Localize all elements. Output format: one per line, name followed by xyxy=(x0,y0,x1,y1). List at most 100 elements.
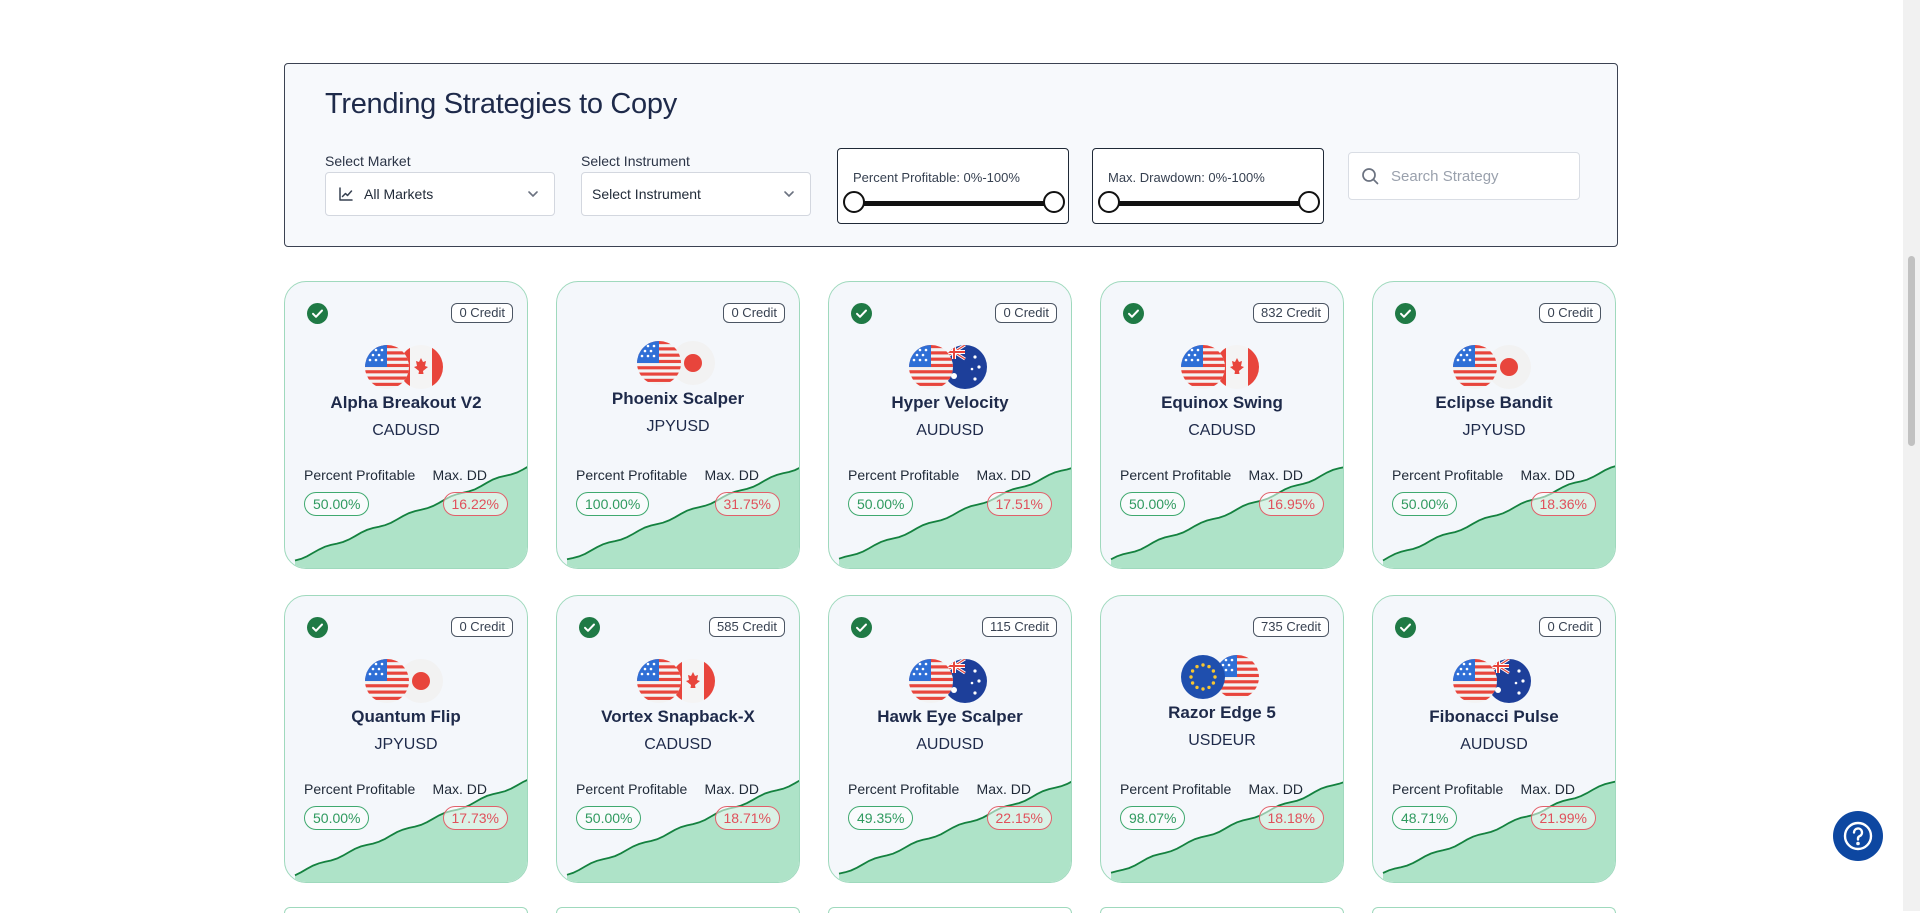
percent-profitable-fill xyxy=(854,201,1052,206)
percent-profitable-value: 50.00% xyxy=(1120,492,1186,516)
check-circle-icon xyxy=(1395,617,1416,638)
currency-flags xyxy=(285,345,527,389)
credit-badge: 0 Credit xyxy=(723,303,785,323)
percent-profitable-value: 50.00% xyxy=(304,492,370,516)
percent-profitable-label: Percent Profitable xyxy=(848,781,960,797)
strategy-name: Hyper Velocity xyxy=(891,393,1009,412)
max-dd-value: 18.36% xyxy=(1530,492,1596,516)
max-dd-label: Max. DD xyxy=(1520,467,1575,483)
market-select-value: All Markets xyxy=(364,186,434,202)
check-circle-icon xyxy=(1123,303,1144,324)
max-drawdown-min-handle[interactable] xyxy=(1098,191,1120,213)
currency-flags xyxy=(1101,655,1343,699)
max-drawdown-range: Max. Drawdown: 0%-100% xyxy=(1092,148,1324,224)
percent-profitable-max-handle[interactable] xyxy=(1043,191,1065,213)
instrument-select[interactable]: Select Instrument xyxy=(581,172,811,216)
scrollbar[interactable] xyxy=(1903,0,1920,911)
strategy-name: Phoenix Scalper xyxy=(611,389,745,408)
strategy-card-5[interactable]: 0 Credit Eclipse Bandit JPYUSD Percent P… xyxy=(1372,281,1616,569)
strategy-card-2[interactable]: 0 Credit Phoenix Scalper JPYUSD Percent … xyxy=(556,281,800,569)
credit-badge: 0 Credit xyxy=(451,303,513,323)
check-circle-icon xyxy=(579,617,600,638)
currency-flags xyxy=(1373,659,1615,703)
percent-profitable-track[interactable] xyxy=(854,201,1052,206)
strategy-name: Fibonacci Pulse xyxy=(1429,707,1559,726)
line-chart-icon xyxy=(339,187,353,201)
max-dd-label: Max. DD xyxy=(976,467,1031,483)
question-circle-icon xyxy=(1843,821,1873,851)
eu-flag-icon xyxy=(1181,655,1225,699)
percent-profitable-value: 50.00% xyxy=(848,492,914,516)
strategy-card-7[interactable]: 585 Credit Vortex Snapback-X CADUSD Perc… xyxy=(556,595,800,883)
percent-profitable-label: Percent Profitable xyxy=(848,467,960,483)
check-circle-icon xyxy=(1395,303,1416,324)
check-circle-icon xyxy=(851,617,872,638)
percent-profitable-value: 48.71% xyxy=(1392,806,1458,830)
card-peek xyxy=(1100,907,1344,913)
card-peek xyxy=(284,907,528,913)
percent-profitable-value: 100.00% xyxy=(576,492,650,516)
strategy-instrument: JPYUSD xyxy=(1462,422,1526,439)
us-flag-icon xyxy=(637,341,681,385)
strategy-instrument: USDEUR xyxy=(1188,732,1256,749)
percent-profitable-label: Percent Profitable xyxy=(1392,467,1504,483)
max-dd-value: 16.22% xyxy=(442,492,508,516)
us-flag-icon xyxy=(1453,345,1497,389)
max-drawdown-range-label: Max. Drawdown: 0%-100% xyxy=(1108,170,1265,185)
credit-badge: 0 Credit xyxy=(451,617,513,637)
check-circle-icon xyxy=(851,303,872,324)
strategy-card-1[interactable]: 0 Credit Alpha Breakout V2 CADUSD Percen… xyxy=(284,281,528,569)
strategy-name: Hawk Eye Scalper xyxy=(877,707,1023,726)
percent-profitable-range: Percent Profitable: 0%-100% xyxy=(837,148,1069,224)
strategy-card-6[interactable]: 0 Credit Quantum Flip JPYUSD Percent Pro… xyxy=(284,595,528,883)
chevron-down-icon xyxy=(528,191,538,198)
us-flag-icon xyxy=(365,345,409,389)
max-dd-label: Max. DD xyxy=(976,781,1031,797)
check-circle-icon xyxy=(307,303,328,324)
percent-profitable-value: 49.35% xyxy=(848,806,914,830)
max-drawdown-track[interactable] xyxy=(1109,201,1307,206)
check-circle-icon xyxy=(307,617,328,638)
strategy-card-4[interactable]: 832 Credit Equinox Swing CADUSD Percent … xyxy=(1100,281,1344,569)
strategy-name: Alpha Breakout V2 xyxy=(330,393,482,412)
credit-badge: 0 Credit xyxy=(1539,617,1601,637)
market-select[interactable]: All Markets xyxy=(325,172,555,216)
percent-profitable-value: 98.07% xyxy=(1120,806,1186,830)
credit-badge: 832 Credit xyxy=(1253,303,1329,323)
help-button[interactable] xyxy=(1833,811,1883,861)
search-input[interactable] xyxy=(1389,166,1573,186)
us-flag-icon xyxy=(637,659,681,703)
percent-profitable-min-handle[interactable] xyxy=(843,191,865,213)
strategy-card-8[interactable]: 115 Credit Hawk Eye Scalper AUDUSD Perce… xyxy=(828,595,1072,883)
search-box xyxy=(1348,152,1580,200)
strategy-name: Quantum Flip xyxy=(351,707,461,726)
instrument-select-value: Select Instrument xyxy=(592,186,701,202)
credit-badge: 0 Credit xyxy=(1539,303,1601,323)
percent-profitable-label: Percent Profitable xyxy=(1120,467,1232,483)
card-peek xyxy=(1372,907,1616,913)
strategy-card-9[interactable]: 735 Credit Razor Edge 5 USDEUR Percent P… xyxy=(1100,595,1344,883)
us-flag-icon xyxy=(1453,659,1497,703)
strategy-instrument: JPYUSD xyxy=(646,418,710,435)
percent-profitable-label: Percent Profitable xyxy=(1120,781,1232,797)
currency-flags xyxy=(1101,345,1343,389)
strategy-name: Equinox Swing xyxy=(1161,393,1283,412)
max-dd-value: 16.95% xyxy=(1258,492,1324,516)
us-flag-icon xyxy=(909,659,953,703)
percent-profitable-value: 50.00% xyxy=(576,806,642,830)
us-flag-icon xyxy=(909,345,953,389)
strategy-card-3[interactable]: 0 Credit Hyper Velocity AUDUSD Percent P… xyxy=(828,281,1072,569)
max-dd-value: 18.18% xyxy=(1258,806,1324,830)
percent-profitable-label: Percent Profitable xyxy=(576,467,688,483)
max-dd-value: 21.99% xyxy=(1530,806,1596,830)
max-drawdown-max-handle[interactable] xyxy=(1298,191,1320,213)
strategy-name: Eclipse Bandit xyxy=(1435,393,1553,412)
max-dd-value: 18.71% xyxy=(714,806,780,830)
scrollbar-thumb[interactable] xyxy=(1908,256,1915,446)
strategy-card-10[interactable]: 0 Credit Fibonacci Pulse AUDUSD Percent … xyxy=(1372,595,1616,883)
card-peek xyxy=(828,907,1072,913)
max-dd-label: Max. DD xyxy=(432,781,487,797)
max-dd-label: Max. DD xyxy=(704,781,759,797)
max-drawdown-fill xyxy=(1109,201,1307,206)
chevron-down-icon xyxy=(784,191,794,198)
